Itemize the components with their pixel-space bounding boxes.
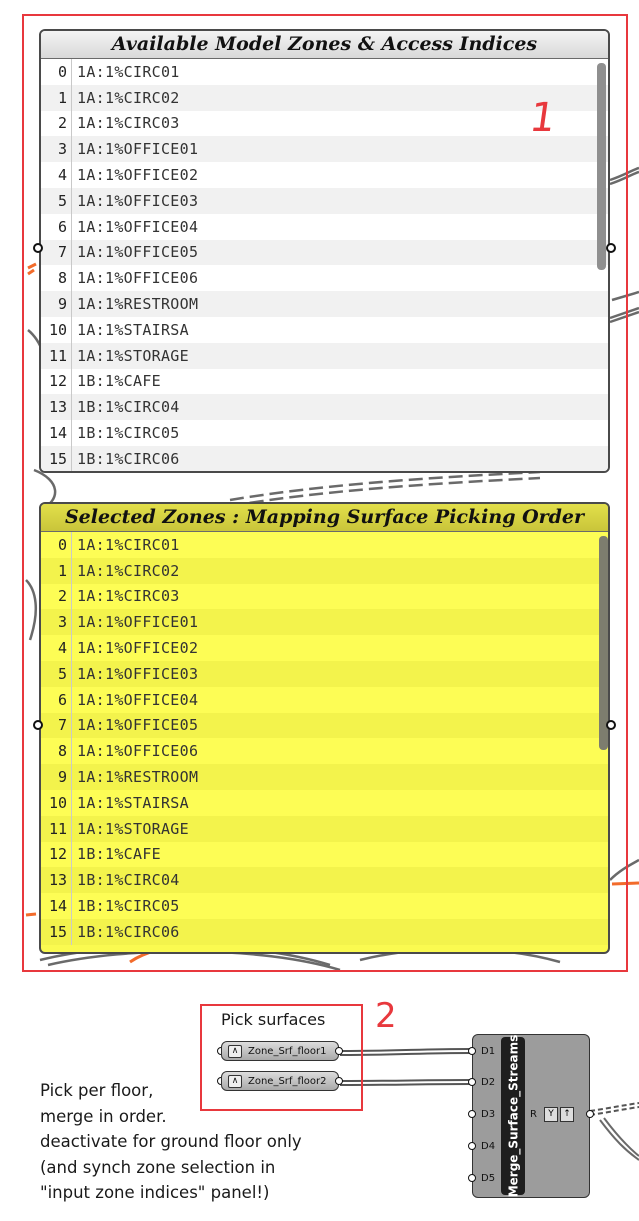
list-item[interactable]: 10 1A:1%STAIRSA <box>41 316 608 343</box>
graft-icon: Y <box>544 1107 558 1122</box>
instruction-note: Pick per floor, merge in order. deactiva… <box>40 1081 302 1203</box>
component-output-port-r[interactable] <box>586 1110 594 1118</box>
list-item[interactable]: 6 1A:1%OFFICE04 <box>41 686 608 713</box>
list-item[interactable]: 9 1A:1%RESTROOM <box>41 764 608 790</box>
panel-available-title: Available Model Zones & Access Indices <box>41 31 608 59</box>
list-item[interactable]: 7 1A:1%OFFICE05 <box>41 239 608 266</box>
selected-zone-list[interactable]: 0 1A:1%CIRC01 1 1A:1%CIRC02 2 1A:1%CIRC03 3… <box>41 532 608 952</box>
list-item[interactable]: 7 1A:1%OFFICE05 <box>41 712 608 739</box>
panel-output-grip[interactable] <box>606 243 616 253</box>
list-item[interactable]: 14 1B:1%CIRC05 <box>41 420 608 446</box>
component-input-port-d2[interactable] <box>468 1078 476 1086</box>
param-label: Zone_Srf_floor1 <box>248 1045 327 1057</box>
list-item[interactable]: 3 1A:1%OFFICE01 <box>41 136 608 163</box>
list-item[interactable]: 11 1A:1%STORAGE <box>41 342 608 369</box>
list-item[interactable]: 4 1A:1%OFFICE02 <box>41 162 608 188</box>
list-item[interactable]: 2 1A:1%CIRC03 <box>41 583 608 610</box>
component-input-port-d4[interactable] <box>468 1142 476 1150</box>
input-d4[interactable]: D4 <box>481 1141 495 1152</box>
list-item[interactable]: 12 1B:1%CAFE <box>41 368 608 395</box>
list-item[interactable]: 3 1A:1%OFFICE01 <box>41 609 608 636</box>
flatten-icon: ↑ <box>560 1107 574 1122</box>
output-r[interactable]: R <box>530 1109 537 1120</box>
merge-surface-streams-component[interactable]: Merge_Surface_Streams D1 D2 D3 D4 D5 R Y… <box>472 1034 590 1198</box>
panel-input-grip[interactable] <box>33 720 43 730</box>
input-d5[interactable]: D5 <box>481 1173 495 1184</box>
param-output-port[interactable] <box>335 1047 343 1055</box>
component-input-port-d1[interactable] <box>468 1047 476 1055</box>
list-item[interactable]: 11 1A:1%STORAGE <box>41 815 608 842</box>
pick-surfaces-label: Pick surfaces <box>221 1010 326 1029</box>
panel-available-zones[interactable]: Available Model Zones & Access Indices 0… <box>39 29 610 473</box>
input-d2[interactable]: D2 <box>481 1077 495 1088</box>
component-name: Merge_Surface_Streams <box>506 1034 520 1198</box>
list-item[interactable]: 8 1A:1%OFFICE06 <box>41 265 608 292</box>
zone-srf-floor1-param[interactable]: ∧ Zone_Srf_floor1 <box>221 1041 339 1061</box>
input-d1[interactable]: D1 <box>481 1046 495 1057</box>
list-item[interactable]: 15 1B:1%CIRC06 <box>41 445 608 471</box>
list-item[interactable]: 4 1A:1%OFFICE02 <box>41 635 608 661</box>
component-input-port-d3[interactable] <box>468 1110 476 1118</box>
list-item[interactable]: 13 1B:1%CIRC04 <box>41 394 608 421</box>
panel-selected-zones[interactable]: Selected Zones : Mapping Surface Picking… <box>39 502 610 954</box>
list-item[interactable]: 5 1A:1%OFFICE03 <box>41 660 608 687</box>
annotation-marker-2: 2 <box>375 996 397 1036</box>
list-item[interactable]: 6 1A:1%OFFICE04 <box>41 213 608 240</box>
list-item[interactable]: 2 1A:1%CIRC03 <box>41 110 608 137</box>
panel-selected-title: Selected Zones : Mapping Surface Picking… <box>41 504 608 532</box>
list-item[interactable]: 8 1A:1%OFFICE06 <box>41 738 608 765</box>
list-item[interactable]: 10 1A:1%STAIRSA <box>41 789 608 816</box>
panel-output-grip[interactable] <box>606 720 616 730</box>
selected-scrollbar[interactable] <box>599 536 608 750</box>
component-name-bar: Merge_Surface_Streams <box>501 1034 525 1198</box>
param-output-port[interactable] <box>335 1077 343 1085</box>
available-scrollbar[interactable] <box>597 63 606 270</box>
list-item[interactable]: 12 1B:1%CAFE <box>41 841 608 868</box>
list-item[interactable]: 0 1A:1%CIRC01 <box>41 59 608 85</box>
list-item[interactable]: 13 1B:1%CIRC04 <box>41 867 608 894</box>
list-item[interactable]: 5 1A:1%OFFICE03 <box>41 187 608 214</box>
list-item[interactable]: 0 1A:1%CIRC01 <box>41 532 608 558</box>
component-input-port-d5[interactable] <box>468 1174 476 1182</box>
input-d3[interactable]: D3 <box>481 1109 495 1120</box>
list-item[interactable]: 1 1A:1%CIRC02 <box>41 557 608 584</box>
list-item[interactable]: 9 1A:1%RESTROOM <box>41 291 608 317</box>
list-item[interactable]: 14 1B:1%CIRC05 <box>41 893 608 919</box>
panel-input-grip[interactable] <box>33 243 43 253</box>
list-item[interactable]: 15 1B:1%CIRC06 <box>41 918 608 945</box>
available-zone-list[interactable]: 0 1A:1%CIRC01 1 1A:1%CIRC02 2 1A:1%CIRC03 3… <box>41 59 608 471</box>
list-item[interactable]: 1 1A:1%CIRC02 <box>41 84 608 111</box>
surface-icon: ∧ <box>228 1044 242 1058</box>
